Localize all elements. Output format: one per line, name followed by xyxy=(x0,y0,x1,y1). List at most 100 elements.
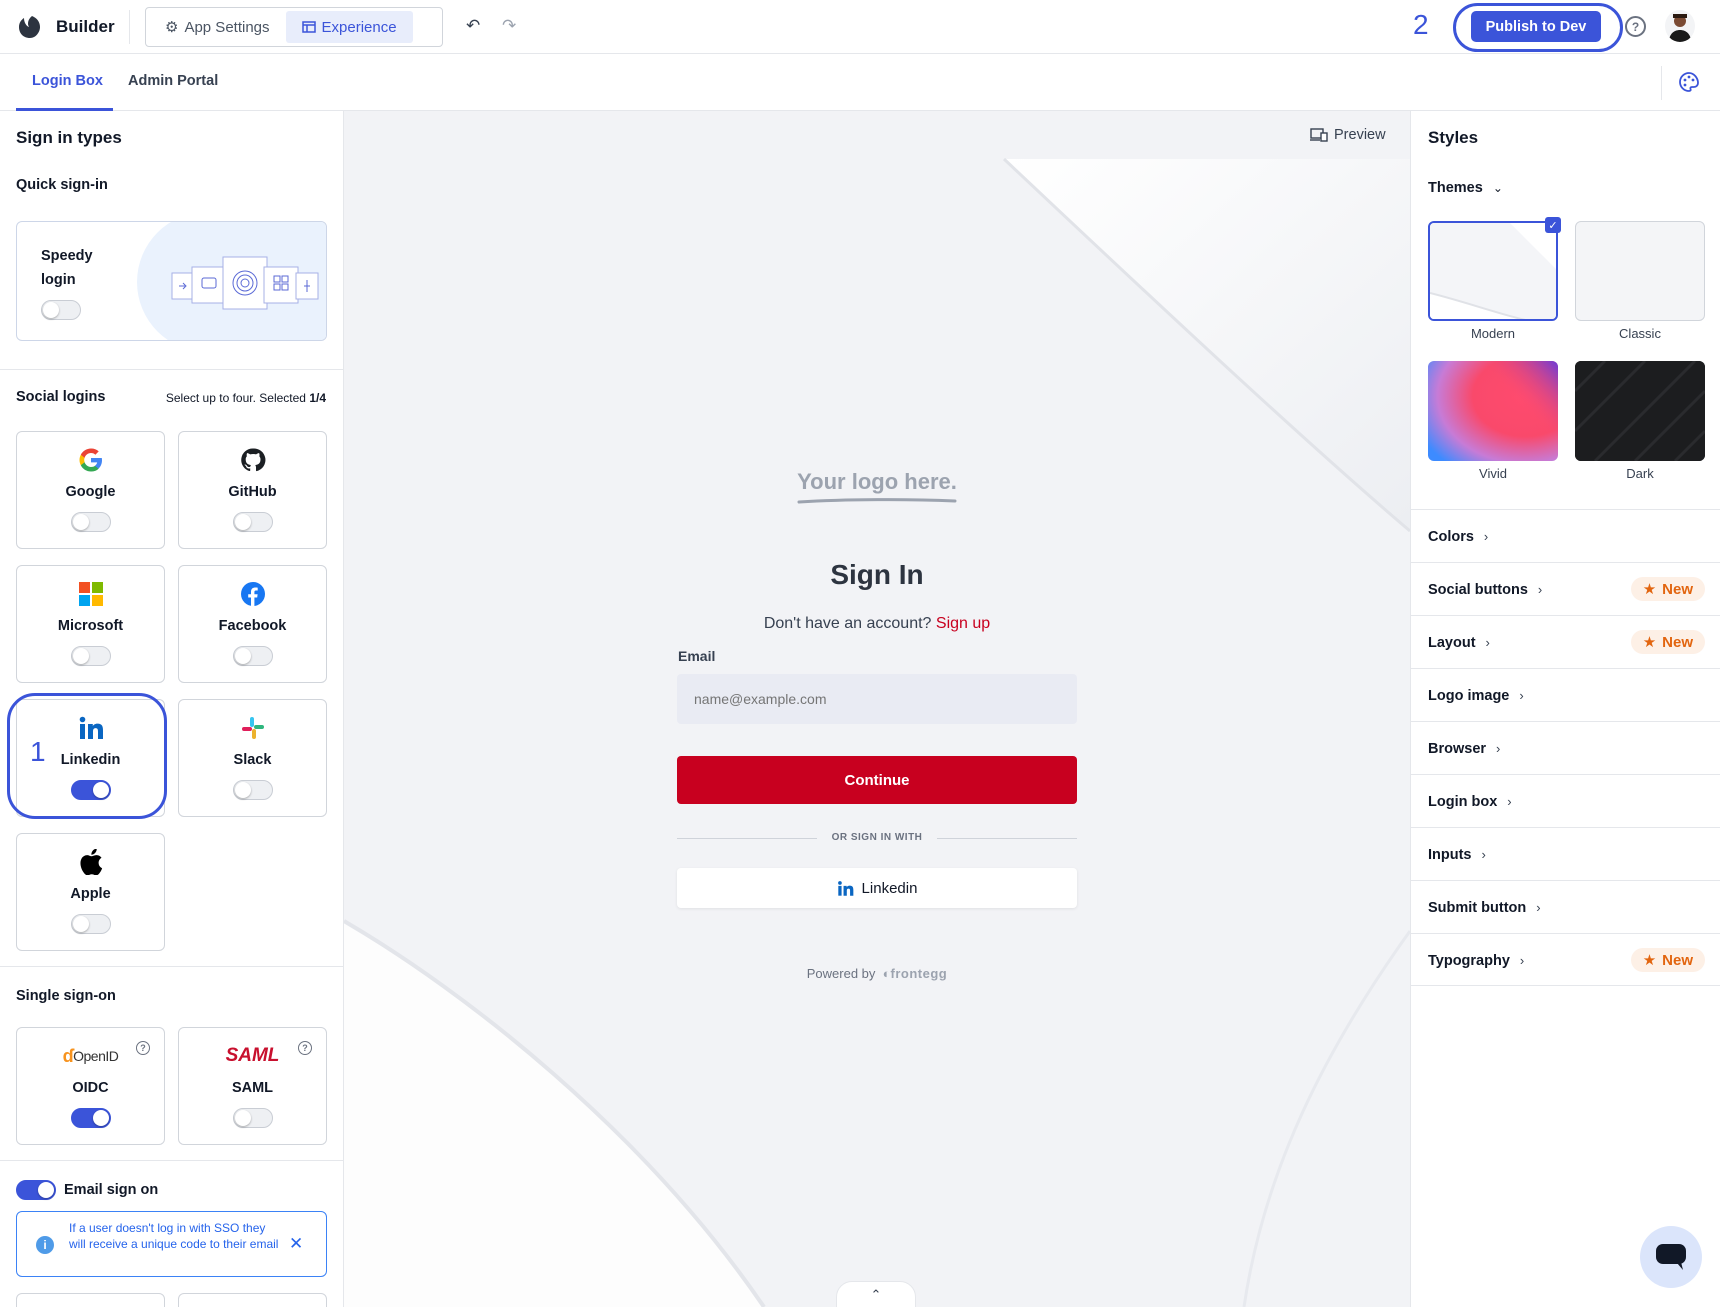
or-divider: OR SIGN IN WITH xyxy=(677,831,1077,845)
frontegg-logo-icon[interactable] xyxy=(16,14,42,40)
sso-card-saml[interactable]: ? SAML SAML xyxy=(178,1027,327,1145)
chevron-right-icon: › xyxy=(1507,794,1512,809)
social-card-google[interactable]: Google xyxy=(16,431,165,549)
theme-dark[interactable] xyxy=(1575,361,1705,461)
preview-label: Preview xyxy=(1334,127,1386,143)
sign-in-types-panel: Sign in types Quick sign-in Speedy login… xyxy=(0,111,344,1307)
social-card-microsoft[interactable]: Microsoft xyxy=(16,565,165,683)
help-icon[interactable]: ? xyxy=(1625,16,1646,37)
info-text: If a user doesn't log in with SSO they w… xyxy=(69,1221,279,1251)
chat-launcher[interactable] xyxy=(1640,1226,1702,1288)
logo-placeholder[interactable]: Your logo here. xyxy=(344,469,1410,504)
tab-experience[interactable]: Experience xyxy=(285,11,413,43)
close-icon[interactable]: ✕ xyxy=(289,1234,303,1254)
signup-link[interactable]: Sign up xyxy=(936,615,990,632)
email-input[interactable] xyxy=(677,674,1077,724)
style-section-logo-image[interactable]: Logo image › xyxy=(1411,668,1720,721)
social-card-apple[interactable]: Apple xyxy=(16,833,165,951)
tab-admin-portal[interactable]: Admin Portal xyxy=(128,73,218,89)
facebook-toggle[interactable] xyxy=(233,646,273,666)
style-section-colors[interactable]: Colors › xyxy=(1411,509,1720,562)
signup-prompt-text: Don't have an account? xyxy=(763,615,932,632)
theme-vivid[interactable] xyxy=(1428,361,1558,461)
styles-title: Styles xyxy=(1428,128,1479,147)
email-sign-on-label: Email sign on xyxy=(64,1182,159,1198)
panel-title: Sign in types xyxy=(16,128,122,147)
powered-by: Powered by ◐frontegg xyxy=(344,966,1410,981)
new-badge-text: New xyxy=(1662,580,1693,598)
step-marker-2: 2 xyxy=(1413,9,1429,40)
google-toggle[interactable] xyxy=(71,512,111,532)
github-toggle[interactable] xyxy=(233,512,273,532)
avatar[interactable] xyxy=(1665,10,1695,42)
style-section-login-box[interactable]: Login box › xyxy=(1411,774,1720,827)
social-card-slack[interactable]: Slack xyxy=(178,699,327,817)
section-label: Inputs xyxy=(1428,847,1472,863)
email-label: Email xyxy=(678,648,716,664)
style-section-social-buttons[interactable]: Social buttons › ★ New xyxy=(1411,562,1720,615)
section-label: Browser xyxy=(1428,741,1487,757)
login-preview-canvas: Preview Your logo here. Sign In Don't ha… xyxy=(344,111,1410,1307)
email-sign-on-toggle[interactable] xyxy=(16,1180,56,1200)
theme-modern[interactable] xyxy=(1428,221,1558,321)
openid-logo-icon: ɗ OpenID xyxy=(62,1045,119,1066)
continue-button[interactable]: Continue xyxy=(677,756,1077,804)
linkedin-icon xyxy=(837,880,853,896)
tab-experience-label: Experience xyxy=(321,18,397,36)
undo-icon[interactable]: ↶ xyxy=(466,16,480,36)
style-section-layout[interactable]: Layout › ★ New xyxy=(1411,615,1720,668)
powered-by-brand: frontegg xyxy=(890,966,948,981)
social-card-github[interactable]: GitHub xyxy=(178,431,327,549)
oidc-toggle[interactable] xyxy=(71,1108,111,1128)
preview-button[interactable]: Preview xyxy=(1310,127,1386,143)
speedy-login-illustration xyxy=(137,222,326,340)
chevron-right-icon: › xyxy=(1537,582,1543,597)
editor-tabs: Login Box Admin Portal xyxy=(0,54,1720,111)
style-section-browser[interactable]: Browser › xyxy=(1411,721,1720,774)
tab-login-box[interactable]: Login Box xyxy=(32,73,103,89)
style-section-inputs[interactable]: Inputs › xyxy=(1411,827,1720,880)
speedy-login-toggle[interactable] xyxy=(41,300,81,320)
linkedin-signin-button[interactable]: Linkedin xyxy=(677,868,1077,908)
publish-to-dev-button[interactable]: Publish to Dev xyxy=(1471,11,1601,42)
new-badge: ★ New xyxy=(1630,630,1705,654)
new-badge: ★ New xyxy=(1630,948,1705,972)
quick-signin-title: Quick sign-in xyxy=(16,177,108,193)
speedy-login-card: Speedy login xyxy=(16,221,327,341)
style-section-submit-button[interactable]: Submit button › xyxy=(1411,880,1720,933)
sso-card-label: SAML xyxy=(231,1080,274,1096)
theme-label: Vivid xyxy=(1479,466,1507,481)
tab-app-settings-label: App Settings xyxy=(184,18,270,36)
section-label: Colors xyxy=(1428,529,1474,545)
theme-label: Dark xyxy=(1626,466,1654,481)
sso-card-oidc[interactable]: ? ɗ OpenID OIDC xyxy=(16,1027,165,1145)
facebook-icon xyxy=(179,580,326,608)
chevron-right-icon: › xyxy=(1496,741,1501,756)
slack-toggle[interactable] xyxy=(233,780,273,800)
section-label: Typography xyxy=(1428,953,1510,969)
saml-toggle[interactable] xyxy=(233,1108,273,1128)
powered-by-text: Powered by xyxy=(806,966,876,981)
theme-classic[interactable] xyxy=(1575,221,1705,321)
collapse-handle[interactable]: ⌃ xyxy=(836,1281,916,1307)
divider xyxy=(0,369,343,370)
styles-panel: Styles Themes ⌄ Modern Classic Vivid Dar… xyxy=(1410,111,1720,1307)
logo-underline xyxy=(797,498,957,504)
style-section-typography[interactable]: Typography › ★ New xyxy=(1411,933,1720,986)
signin-title: Sign In xyxy=(830,559,924,590)
social-logins-title: Social logins xyxy=(16,389,106,405)
themes-toggle[interactable]: Themes ⌄ xyxy=(1428,180,1503,196)
tab-app-settings[interactable]: ⚙ App Settings xyxy=(149,11,286,43)
theme-vivid-preview xyxy=(1428,361,1558,461)
social-card-label: Slack xyxy=(233,752,272,768)
apple-toggle[interactable] xyxy=(71,914,111,934)
section-label: Logo image xyxy=(1428,688,1510,704)
redo-icon[interactable]: ↷ xyxy=(502,16,516,36)
chevron-right-icon: › xyxy=(1519,688,1524,703)
social-card-facebook[interactable]: Facebook xyxy=(178,565,327,683)
sso-info-banner: i If a user doesn't log in with SSO they… xyxy=(16,1211,327,1277)
chevron-right-icon: › xyxy=(1536,900,1541,915)
palette-icon[interactable] xyxy=(1678,71,1700,93)
microsoft-toggle[interactable] xyxy=(71,646,111,666)
frontegg-mini-icon: ◐ xyxy=(882,966,891,981)
